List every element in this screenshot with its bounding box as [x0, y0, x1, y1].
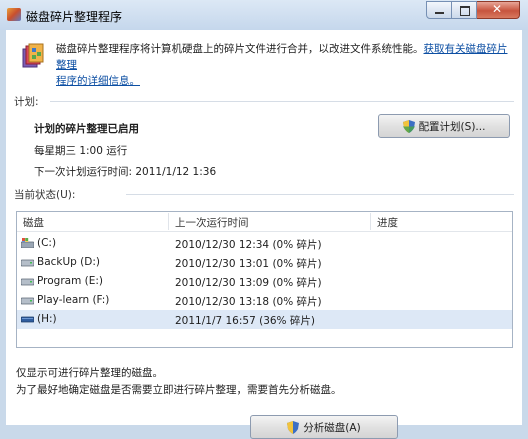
system-drive-icon [21, 238, 34, 248]
disk-name: BackUp (D:) [37, 256, 100, 268]
title-bar[interactable]: 磁盘碎片整理程序 [0, 0, 528, 30]
disk-row-c[interactable]: (C:) 2010/12/30 12:34 (0% 碎片) [17, 234, 512, 253]
schedule-next-run: 下一次计划运行时间: 2011/1/12 1:36 [34, 166, 217, 178]
disk-list[interactable]: 磁盘 上一次运行时间 进度 (C:) 2010/12/30 12:34 (0% … [16, 211, 513, 348]
defrag-app-icon [7, 8, 21, 21]
schedule-separator [50, 101, 514, 102]
status-separator [126, 194, 514, 195]
note-defraggable-only: 仅显示可进行碎片整理的磁盘。 [16, 367, 163, 379]
defragmenter-window: 磁盘碎片整理程序 磁盘碎片整理程序将计算机硬盘上的碎片文件进行合并，以改进文件系… [0, 0, 528, 439]
configure-schedule-label: 配置计划(S)... [418, 120, 486, 133]
column-header-last-run[interactable]: 上一次运行时间 [175, 215, 249, 230]
disk-last-run: 2011/1/7 16:57 (36% 碎片) [175, 315, 315, 327]
hard-drive-icon [21, 259, 34, 267]
window-title: 磁盘碎片整理程序 [26, 10, 123, 24]
configure-schedule-button[interactable]: 配置计划(S)... [378, 114, 510, 138]
disk-last-run: 2010/12/30 13:09 (0% 碎片) [175, 277, 322, 289]
uac-shield-icon [287, 420, 300, 434]
disk-name: (C:) [37, 237, 57, 249]
disk-name: Play-learn (F:) [37, 294, 110, 306]
disk-name: Program (E:) [37, 275, 104, 287]
disk-row-f[interactable]: Play-learn (F:) 2010/12/30 13:18 (0% 碎片) [17, 291, 512, 310]
disk-last-run: 2010/12/30 12:34 (0% 碎片) [175, 239, 322, 251]
uac-shield-icon [402, 119, 415, 133]
disk-row-d[interactable]: BackUp (D:) 2010/12/30 13:01 (0% 碎片) [17, 253, 512, 272]
window-controls [426, 1, 520, 19]
hard-drive-icon [21, 278, 34, 286]
minimize-button[interactable] [426, 1, 452, 19]
disk-list-header: 磁盘 上一次运行时间 进度 [17, 212, 512, 232]
defrag-icon [22, 43, 44, 68]
disk-last-run: 2010/12/30 13:18 (0% 碎片) [175, 296, 322, 308]
analyze-disk-button[interactable]: 分析磁盘(A) [250, 415, 398, 439]
disk-row-e[interactable]: Program (E:) 2010/12/30 13:09 (0% 碎片) [17, 272, 512, 291]
intro-description: 磁盘碎片整理程序将计算机硬盘上的碎片文件进行合并，以改进文件系统性能。 [56, 43, 424, 55]
note-analyze-first: 为了最好地确定磁盘是否需要立即进行碎片整理，需要首先分析磁盘。 [16, 384, 342, 396]
column-header-progress[interactable]: 进度 [377, 215, 398, 230]
help-link-continued[interactable]: 程序的详细信息。 [56, 75, 140, 87]
column-header-disk[interactable]: 磁盘 [23, 215, 44, 230]
schedule-frequency: 每星期三 1:00 运行 [34, 145, 128, 157]
schedule-status: 计划的碎片整理已启用 [34, 123, 139, 135]
column-divider[interactable] [168, 213, 169, 230]
window-content: 磁盘碎片整理程序将计算机硬盘上的碎片文件进行合并，以改进文件系统性能。获取有关磁… [6, 30, 522, 439]
disk-name: (H:) [37, 313, 57, 325]
schedule-section-label: 计划: [14, 96, 39, 108]
removable-drive-icon [21, 316, 34, 323]
column-divider[interactable] [370, 213, 371, 230]
close-button[interactable] [477, 1, 520, 19]
maximize-button[interactable] [452, 1, 477, 19]
disk-last-run: 2010/12/30 13:01 (0% 碎片) [175, 258, 322, 270]
hard-drive-icon [21, 297, 34, 305]
current-status-label: 当前状态(U): [14, 189, 76, 201]
intro-text: 磁盘碎片整理程序将计算机硬盘上的碎片文件进行合并，以改进文件系统性能。获取有关磁… [56, 41, 516, 89]
analyze-disk-label: 分析磁盘(A) [303, 421, 361, 434]
disk-row-h[interactable]: (H:) 2011/1/7 16:57 (36% 碎片) [17, 310, 512, 329]
